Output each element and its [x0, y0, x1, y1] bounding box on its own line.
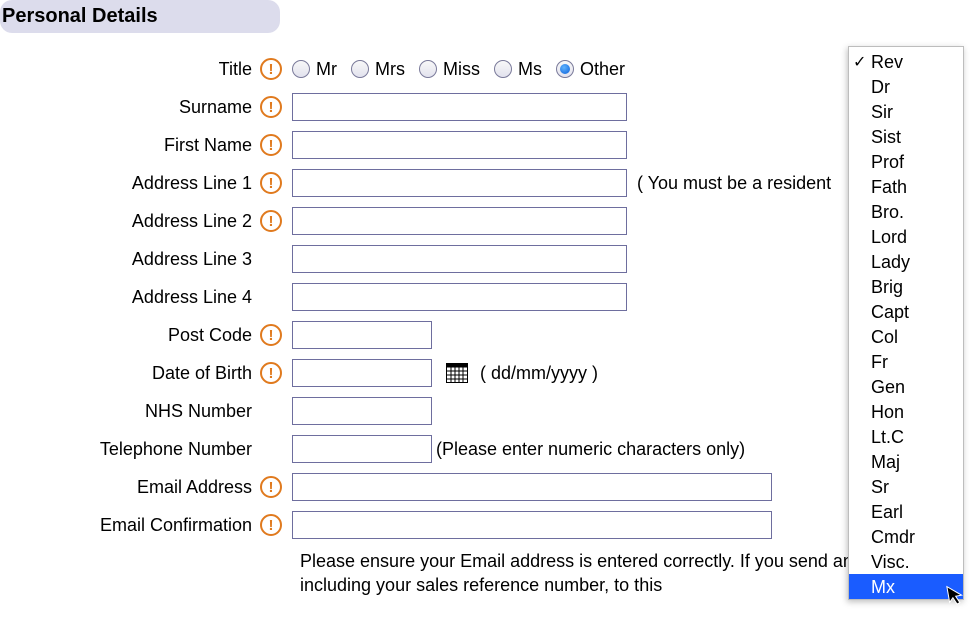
dropdown-option[interactable]: Cmdr	[849, 524, 963, 549]
title-label: Title	[0, 59, 260, 80]
email-confirm-label: Email Confirmation	[0, 515, 260, 536]
address2-label: Address Line 2	[0, 211, 260, 232]
radio-label: Mr	[316, 59, 337, 80]
row-telephone: Telephone Number (Please enter numeric c…	[0, 433, 970, 465]
address1-input[interactable]	[292, 169, 627, 197]
required-icon: !	[260, 96, 282, 118]
address3-input[interactable]	[292, 245, 627, 273]
address2-input[interactable]	[292, 207, 627, 235]
row-dob: Date of Birth ! ( dd/mm/yyyy )	[0, 357, 970, 389]
telephone-hint: (Please enter numeric characters only)	[436, 439, 745, 460]
email-input[interactable]	[292, 473, 772, 501]
radio-mr[interactable]: Mr	[292, 59, 337, 80]
dropdown-option[interactable]: Bro.	[849, 199, 963, 224]
dropdown-option[interactable]: Capt	[849, 299, 963, 324]
radio-circle-icon	[351, 60, 369, 78]
dob-hint: ( dd/mm/yyyy )	[480, 363, 598, 384]
nhs-input[interactable]	[292, 397, 432, 425]
required-icon: !	[260, 58, 282, 80]
row-nhs: NHS Number	[0, 395, 970, 427]
nhs-label: NHS Number	[0, 401, 260, 422]
dropdown-option[interactable]: Lord	[849, 224, 963, 249]
dropdown-option[interactable]: Sir	[849, 99, 963, 124]
address1-hint: ( You must be a resident	[637, 173, 831, 194]
postcode-input[interactable]	[292, 321, 432, 349]
row-postcode: Post Code !	[0, 319, 970, 351]
dropdown-option[interactable]: Prof	[849, 149, 963, 174]
row-address-4: Address Line 4	[0, 281, 970, 313]
address4-label: Address Line 4	[0, 287, 260, 308]
radio-label: Other	[580, 59, 625, 80]
row-first-name: First Name !	[0, 129, 970, 161]
required-icon: !	[260, 324, 282, 346]
dropdown-option[interactable]: Brig	[849, 274, 963, 299]
radio-miss[interactable]: Miss	[419, 59, 480, 80]
radio-circle-icon	[419, 60, 437, 78]
dropdown-option[interactable]: Fath	[849, 174, 963, 199]
surname-input[interactable]	[292, 93, 627, 121]
row-email-confirm: Email Confirmation !	[0, 509, 970, 541]
row-address-1: Address Line 1 ! ( You must be a residen…	[0, 167, 970, 199]
required-icon: !	[260, 514, 282, 536]
email-confirm-input[interactable]	[292, 511, 772, 539]
address3-label: Address Line 3	[0, 249, 260, 270]
radio-label: Ms	[518, 59, 542, 80]
dropdown-option[interactable]: Hon	[849, 399, 963, 424]
calendar-icon[interactable]	[446, 363, 468, 383]
radio-circle-icon	[494, 60, 512, 78]
row-address-2: Address Line 2 !	[0, 205, 970, 237]
required-icon: !	[260, 362, 282, 384]
required-icon: !	[260, 172, 282, 194]
row-title: Title ! Mr Mrs Miss Ms Other	[0, 53, 970, 85]
title-other-dropdown[interactable]: RevDrSirSistProfFathBro.LordLadyBrigCapt…	[848, 46, 964, 600]
first-name-input[interactable]	[292, 131, 627, 159]
required-icon: !	[260, 476, 282, 498]
dropdown-option[interactable]: Rev	[849, 49, 963, 74]
dropdown-option[interactable]: Maj	[849, 449, 963, 474]
telephone-label: Telephone Number	[0, 439, 260, 460]
dropdown-option[interactable]: Visc.	[849, 549, 963, 574]
dob-input[interactable]	[292, 359, 432, 387]
dropdown-option[interactable]: Earl	[849, 499, 963, 524]
email-note: Please ensure your Email address is ente…	[300, 549, 940, 598]
required-icon: !	[260, 134, 282, 156]
dropdown-option[interactable]: Sist	[849, 124, 963, 149]
email-label: Email Address	[0, 477, 260, 498]
row-email: Email Address !	[0, 471, 970, 503]
dropdown-option[interactable]: Sr	[849, 474, 963, 499]
dropdown-option[interactable]: Lt.C	[849, 424, 963, 449]
row-address-3: Address Line 3	[0, 243, 970, 275]
title-radio-group: Mr Mrs Miss Ms Other	[292, 59, 625, 80]
dropdown-option[interactable]: Gen	[849, 374, 963, 399]
address4-input[interactable]	[292, 283, 627, 311]
radio-ms[interactable]: Ms	[494, 59, 542, 80]
radio-other[interactable]: Other	[556, 59, 625, 80]
surname-label: Surname	[0, 97, 260, 118]
section-title: Personal Details	[0, 0, 280, 33]
radio-label: Mrs	[375, 59, 405, 80]
row-surname: Surname !	[0, 91, 970, 123]
dropdown-option[interactable]: Col	[849, 324, 963, 349]
required-icon: !	[260, 210, 282, 232]
dropdown-option[interactable]: Lady	[849, 249, 963, 274]
telephone-input[interactable]	[292, 435, 432, 463]
radio-label: Miss	[443, 59, 480, 80]
dropdown-option[interactable]: Fr	[849, 349, 963, 374]
radio-circle-icon	[556, 60, 574, 78]
mouse-cursor-icon	[946, 583, 969, 614]
radio-circle-icon	[292, 60, 310, 78]
first-name-label: First Name	[0, 135, 260, 156]
postcode-label: Post Code	[0, 325, 260, 346]
dob-label: Date of Birth	[0, 363, 260, 384]
dropdown-option[interactable]: Dr	[849, 74, 963, 99]
radio-mrs[interactable]: Mrs	[351, 59, 405, 80]
address1-label: Address Line 1	[0, 173, 260, 194]
